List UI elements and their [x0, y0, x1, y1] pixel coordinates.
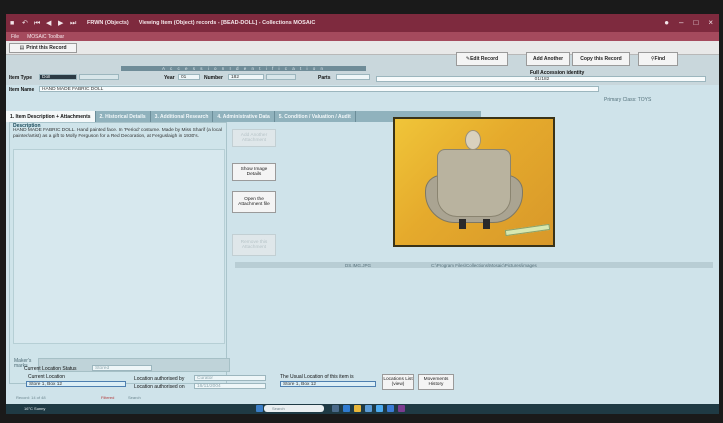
- item-type-label: Item Type: [9, 75, 32, 81]
- item-type-field[interactable]: Doll: [39, 74, 77, 80]
- app-icon[interactable]: [387, 405, 394, 412]
- number-field[interactable]: 182: [228, 74, 264, 80]
- filtered-indicator: Filtered: [101, 395, 115, 400]
- quick-access: ■ ↶ ⏮ ◀ ▶ ⏭: [10, 20, 77, 27]
- store-icon[interactable]: [376, 405, 383, 412]
- year-field[interactable]: 01: [178, 74, 200, 80]
- app-screen: ■ ↶ ⏮ ◀ ▶ ⏭ FRWN (Objects) Viewing Item …: [6, 14, 719, 414]
- tab-additional-research[interactable]: 3. Additional Research: [151, 111, 214, 122]
- record-navigator[interactable]: Record: 14 of 48: [16, 395, 46, 400]
- parts-field[interactable]: [336, 74, 370, 80]
- doll-body: [437, 149, 511, 217]
- menu-file[interactable]: File: [11, 34, 19, 40]
- item-name-label: Item Name: [9, 87, 35, 93]
- mosaic-app-icon[interactable]: [398, 405, 405, 412]
- menu-mosaic-toolbar[interactable]: MOSAiC Toolbar: [27, 34, 64, 40]
- record-search[interactable]: Search: [128, 395, 141, 400]
- description-panel: Description HAND MADE FABRIC DOLL. Hand …: [9, 122, 230, 384]
- prev-record-icon[interactable]: ◀: [46, 20, 53, 27]
- tab-condition-valuation[interactable]: 5. Condition / Valuation / Audit: [275, 111, 356, 122]
- item-name-field[interactable]: HAND MADE FABRIC DOLL: [39, 86, 599, 92]
- mail-icon[interactable]: [365, 405, 372, 412]
- save-icon[interactable]: ■: [10, 20, 17, 27]
- attachment-image[interactable]: [393, 117, 555, 247]
- minimize-icon[interactable]: –: [679, 18, 683, 27]
- authorised-by-label: Location authorised by: [134, 376, 185, 382]
- first-record-icon[interactable]: ⏮: [34, 20, 41, 27]
- full-identity-field: 01/182: [376, 76, 706, 82]
- edge-icon[interactable]: [343, 405, 350, 412]
- weather-widget[interactable]: 16°C Sunny: [24, 406, 45, 411]
- doll-foot-right: [483, 219, 490, 229]
- doll-head: [465, 130, 481, 150]
- windows-taskbar: 16°C Sunny Search: [6, 404, 719, 414]
- remove-attachment-button[interactable]: Remove this Attachment: [232, 234, 276, 256]
- usual-location-label: The Usual Location of this item is: [280, 374, 354, 380]
- authorised-by-field[interactable]: Curator: [194, 375, 266, 381]
- authorised-on-field[interactable]: 16/11/2004: [194, 383, 266, 389]
- image-caption: DS.IMG.JPG C:\Program Files\Collections\…: [235, 262, 713, 268]
- title-bar: ■ ↶ ⏮ ◀ ▶ ⏭ FRWN (Objects) Viewing Item …: [6, 14, 719, 32]
- copy-record-button[interactable]: Copy this Record: [572, 52, 630, 66]
- tab-historical-details[interactable]: 2. Historical Details: [96, 111, 151, 122]
- primary-class: Primary Class: TOYS: [604, 97, 652, 103]
- last-record-icon[interactable]: ⏭: [70, 20, 77, 27]
- print-record-button[interactable]: ▤ Print this Record: [9, 43, 77, 53]
- image-filename: DS.IMG.JPG: [345, 262, 372, 268]
- edit-record-button[interactable]: ✎ Edit Record: [456, 52, 508, 66]
- file-explorer-icon[interactable]: [354, 405, 361, 412]
- app-tab-name: FRWN (Objects): [87, 20, 129, 26]
- maximize-icon[interactable]: □: [693, 18, 698, 27]
- printer-icon: ▤: [19, 45, 25, 51]
- accession-strip: A c c e s s i o n I d e n t i f i c a t …: [121, 66, 366, 71]
- locations-list-button[interactable]: Locations List (view): [382, 374, 414, 390]
- find-button[interactable]: ⚲ Find: [638, 52, 678, 66]
- task-view-icon[interactable]: [332, 405, 339, 412]
- current-location-field[interactable]: Store 1, Box 12: [26, 381, 126, 387]
- tab-administrative-data[interactable]: 4. Administrative Data: [213, 111, 275, 122]
- parts-label: Parts: [318, 75, 331, 81]
- doll-foot-left: [459, 219, 466, 229]
- authorised-on-label: Location authorised on: [134, 384, 185, 390]
- item-type-desc-field: [79, 74, 119, 80]
- open-attachment-button[interactable]: Open the Attachment file: [232, 191, 276, 213]
- location-status-label: Current Location Status: [24, 366, 77, 372]
- menu-bar: File MOSAiC Toolbar: [6, 32, 719, 41]
- year-label: Year: [164, 75, 175, 81]
- description-area[interactable]: [13, 149, 225, 344]
- next-record-icon[interactable]: ▶: [58, 20, 65, 27]
- usual-location-field[interactable]: Store 1, Box 12: [280, 381, 376, 387]
- windows-start-icon[interactable]: [256, 405, 263, 412]
- undo-icon[interactable]: ↶: [22, 20, 29, 27]
- movements-history-button[interactable]: Movements History: [418, 374, 454, 390]
- tab-item-description[interactable]: 1. Item Description + Attachments: [6, 111, 96, 122]
- add-attachment-button[interactable]: Add Another Attachment: [232, 129, 276, 147]
- location-status-field[interactable]: Stored: [92, 365, 152, 371]
- taskbar-search[interactable]: Search: [264, 405, 324, 412]
- window-title: Viewing Item (Object) records - [BEAD-DO…: [138, 20, 316, 26]
- show-image-details-button[interactable]: Show Image Details: [232, 163, 276, 181]
- help-icon[interactable]: ●: [664, 18, 669, 27]
- number-label: Number: [204, 75, 223, 81]
- current-location-label: Current Location: [28, 374, 65, 380]
- close-icon[interactable]: ×: [708, 18, 713, 27]
- description-text[interactable]: HAND MADE FABRIC DOLL. Hand painted face…: [13, 128, 223, 139]
- image-path: C:\Program Files\Collections\Mosaic\Pict…: [431, 262, 537, 268]
- suffix-field: [266, 74, 296, 80]
- add-another-button[interactable]: Add Another: [526, 52, 570, 66]
